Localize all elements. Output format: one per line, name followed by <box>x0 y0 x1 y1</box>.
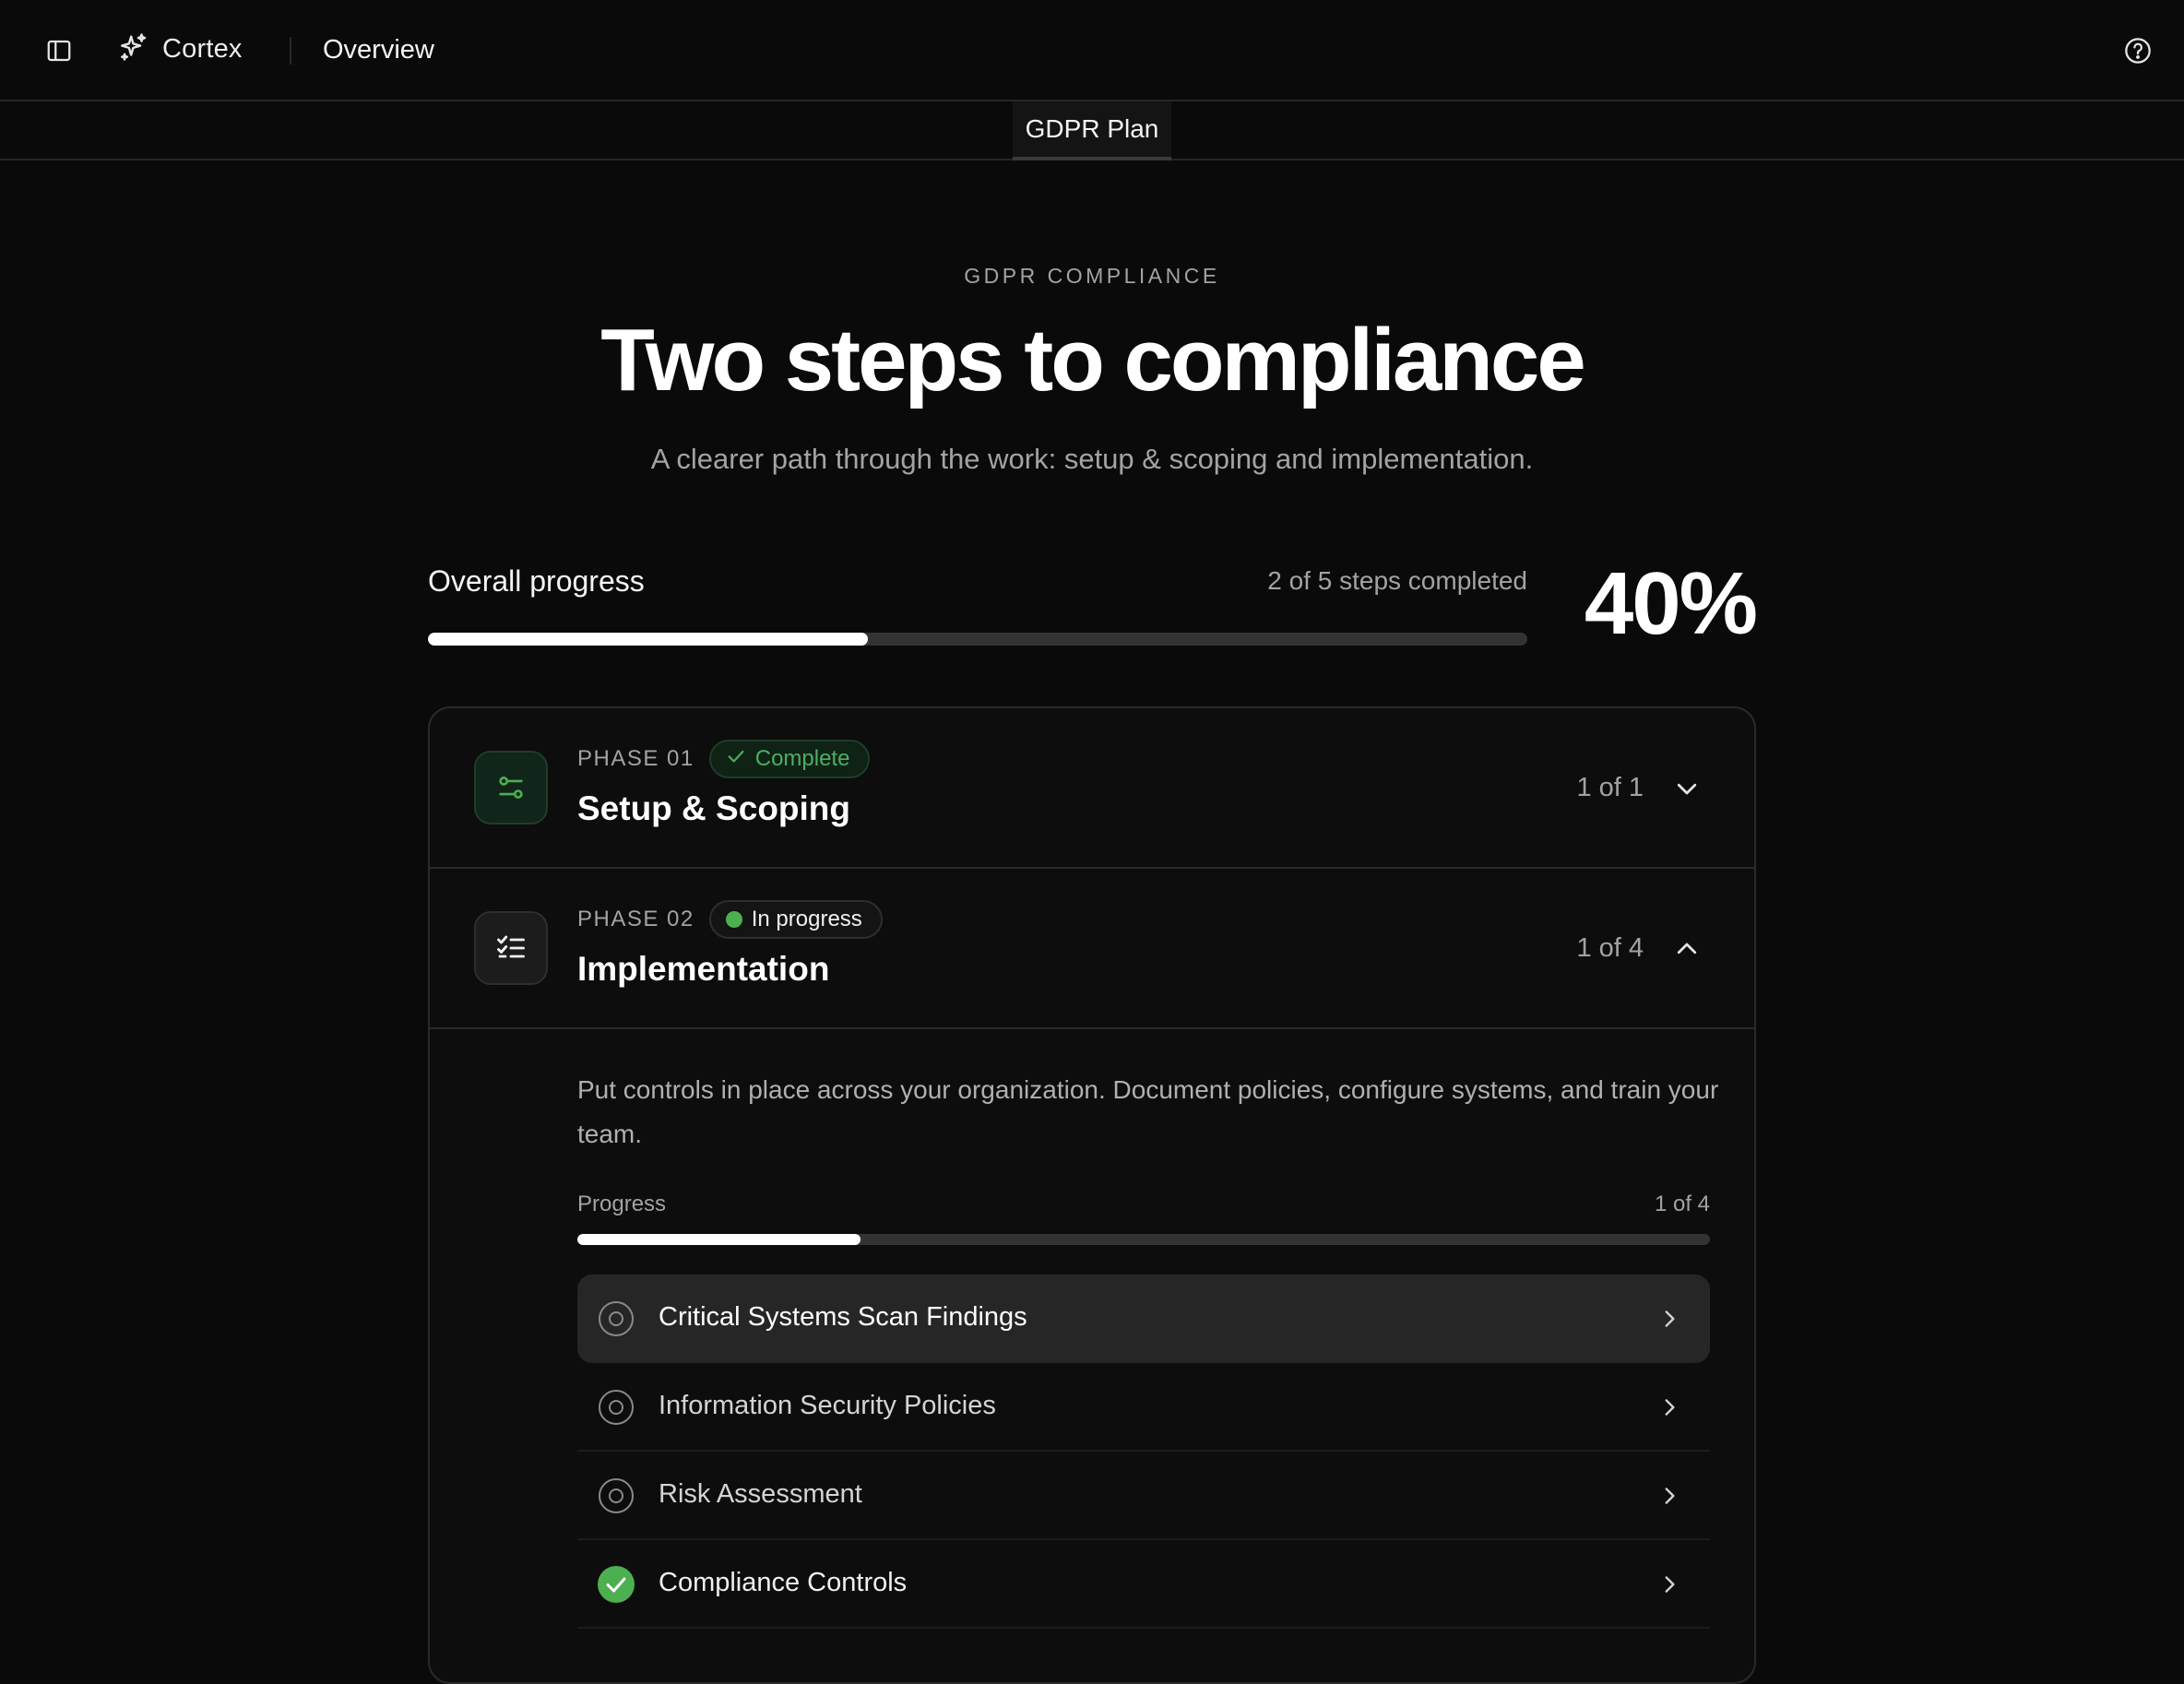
tab-bar: GDPR Plan <box>0 101 2184 160</box>
phase-progress-count: 1 of 4 <box>1654 1192 1710 1216</box>
step-label: Critical Systems Scan Findings <box>659 1302 1027 1332</box>
overall-progress-bar <box>428 633 1527 646</box>
tab-gdpr-plan[interactable]: GDPR Plan <box>1013 101 1171 160</box>
help-circle-icon[interactable] <box>2119 32 2156 69</box>
phase-title: Implementation <box>577 950 830 988</box>
sliders-icon <box>474 751 548 824</box>
phase-step-count: 1 of 1 <box>1576 773 1644 802</box>
chevron-right-icon <box>1655 1393 1684 1422</box>
status-badge-label: Complete <box>754 746 850 771</box>
phase-01-header[interactable]: PHASE 01 Complete Setup & Scoping 1 of 1 <box>430 708 1754 869</box>
chevron-right-icon <box>1655 1570 1684 1599</box>
step-label: Information Security Policies <box>659 1391 996 1420</box>
overall-progress-label: Overall progress <box>428 564 645 598</box>
chevron-down-icon[interactable] <box>1671 773 1703 804</box>
step-list: Critical Systems Scan Findings Informati… <box>577 1275 1710 1629</box>
check-icon <box>726 746 746 773</box>
list-item[interactable]: Risk Assessment <box>577 1452 1710 1540</box>
page-title: Two steps to compliance <box>600 311 1585 409</box>
brand[interactable]: Cortex <box>118 31 243 67</box>
status-badge-label: In progress <box>751 907 862 931</box>
overall-progress-fill <box>428 633 868 646</box>
check-circle-icon <box>598 1566 635 1603</box>
pending-circle-icon <box>598 1389 635 1426</box>
eyebrow: GDPR COMPLIANCE <box>964 264 1220 288</box>
status-badge: In progress <box>708 900 883 939</box>
nav-overview[interactable]: Overview <box>323 35 434 65</box>
checklist-icon <box>474 911 548 985</box>
page-subtitle: A clearer path through the work: setup &… <box>650 443 1534 475</box>
chevron-right-icon <box>1655 1304 1684 1334</box>
list-item[interactable]: Information Security Policies <box>577 1363 1710 1452</box>
phases-card: PHASE 01 Complete Setup & Scoping 1 of 1… <box>428 706 1756 1684</box>
brand-name: Cortex <box>162 34 243 64</box>
phase-progress-label: Progress <box>577 1192 667 1216</box>
phase-02-header[interactable]: PHASE 02 In progress Implementation 1 of… <box>430 869 1754 1029</box>
phase-02-body: Put controls in place across your organi… <box>430 1029 1754 1682</box>
phase-progress-fill <box>577 1234 861 1245</box>
phase-progress-bar <box>577 1234 1710 1245</box>
overall-progress-count: 2 of 5 steps completed <box>1267 566 1527 595</box>
step-label: Risk Assessment <box>659 1479 862 1509</box>
list-item[interactable]: Compliance Controls <box>577 1540 1710 1629</box>
divider <box>290 37 291 65</box>
sparkles-icon <box>118 31 149 67</box>
pending-circle-icon <box>598 1477 635 1514</box>
phase-number: PHASE 02 <box>577 907 694 931</box>
pending-circle-icon <box>598 1300 635 1337</box>
status-dot-icon <box>725 911 742 928</box>
phase-number: PHASE 01 <box>577 746 694 771</box>
phase-step-count: 1 of 4 <box>1576 933 1644 963</box>
list-item[interactable]: Critical Systems Scan Findings <box>577 1275 1710 1363</box>
overall-progress-percent: 40% <box>1584 554 1758 653</box>
step-label: Compliance Controls <box>659 1568 908 1597</box>
sidebar-toggle-icon[interactable] <box>41 34 77 67</box>
chevron-right-icon <box>1655 1481 1684 1511</box>
phase-title: Setup & Scoping <box>577 789 850 827</box>
top-bar: Cortex Overview <box>0 0 2184 101</box>
status-badge: Complete <box>708 740 871 778</box>
phase-description: Put controls in place across your organi… <box>577 1075 1719 1148</box>
chevron-up-icon[interactable] <box>1671 933 1703 965</box>
